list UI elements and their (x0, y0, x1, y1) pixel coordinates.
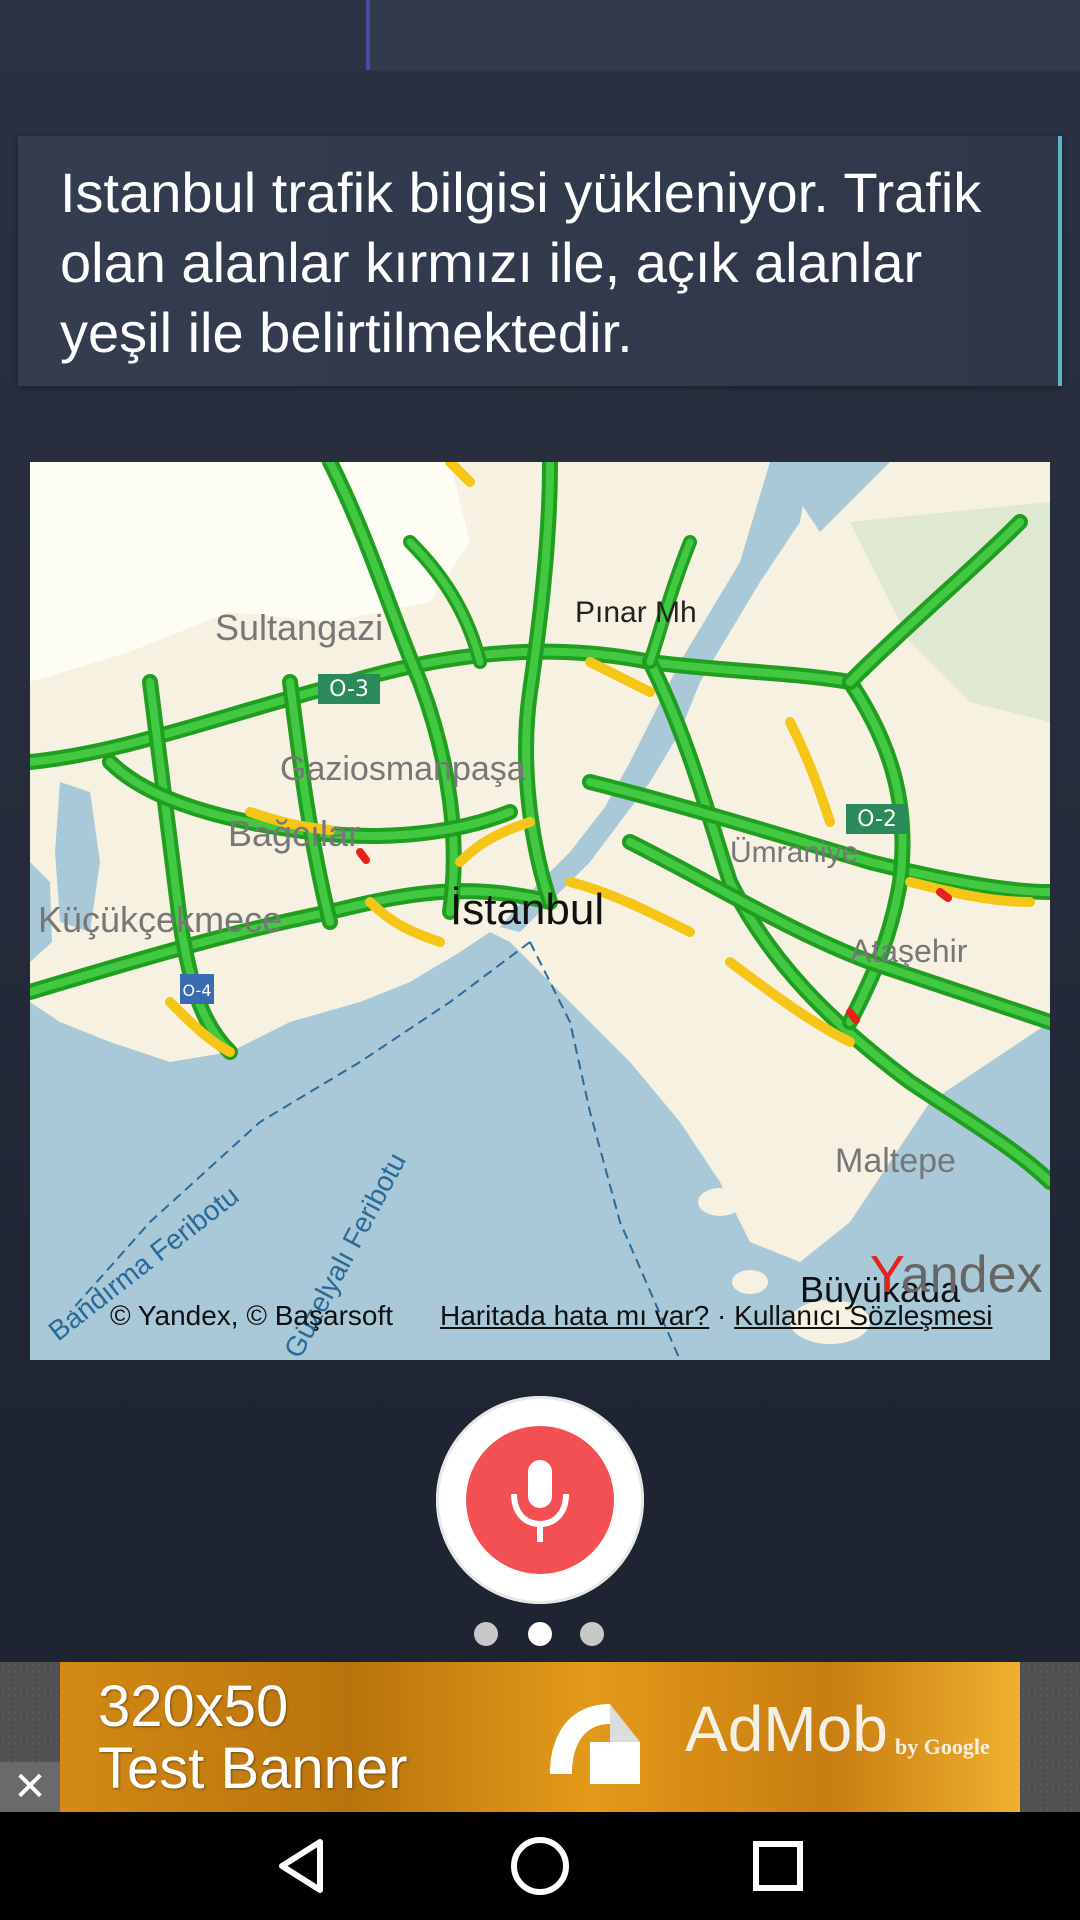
ad-title-text: Test Banner (98, 1736, 408, 1801)
mic-button[interactable] (436, 1396, 644, 1604)
map-shield-o3: O-3 (329, 677, 369, 702)
assistant-message-card: Istanbul trafik bilgisi yükleniyor. Traf… (18, 136, 1062, 386)
ad-size-text: 320x50 (98, 1674, 289, 1739)
ad-bar: 320x50 Test Banner AdMob by Google ✕ (0, 1662, 1080, 1812)
ad-test-banner-text: 320x50 Test Banner (98, 1676, 408, 1800)
map-error-link[interactable]: Haritada hata mı var? (440, 1300, 709, 1331)
map-shield-o2: O-2 (857, 807, 897, 832)
map-label-bagcilar: Bağcılar (228, 813, 360, 854)
previous-card-inner (366, 0, 1080, 70)
admob-logo-icon (550, 1704, 640, 1784)
traffic-map[interactable]: O-3 O-2 O-4 Sultangazi Pınar Mh Gaziosma… (30, 462, 1050, 1360)
page-dot-1[interactable] (474, 1622, 498, 1646)
back-icon[interactable] (270, 1834, 334, 1898)
page-indicator (470, 1622, 610, 1648)
map-label-umraniye: Ümraniye (730, 836, 858, 869)
map-label-atasehir: Ataşehir (850, 933, 968, 969)
ad-close-button[interactable]: ✕ (0, 1762, 60, 1812)
map-attribution: © Yandex, © Başarsoft (110, 1300, 394, 1331)
microphone-icon (511, 1460, 569, 1542)
assistant-message-text: Istanbul trafik bilgisi yükleniyor. Traf… (60, 161, 982, 364)
map-label-istanbul: İstanbul (450, 885, 604, 934)
map-link-separator: · (709, 1300, 735, 1331)
page-dot-3[interactable] (580, 1622, 604, 1646)
navigation-bar (0, 1812, 1080, 1920)
map-shield-o4: O-4 (183, 981, 212, 1000)
mic-button-inner[interactable] (466, 1426, 614, 1574)
yandex-logo-letter: Y (870, 1246, 905, 1304)
previous-card (0, 0, 1080, 72)
page-dot-2[interactable] (528, 1622, 552, 1646)
map-label-kucukcekmece: Küçükçekmece (38, 899, 282, 940)
admob-brand-sub: by Google (895, 1734, 990, 1759)
map-label-pinar: Pınar Mh (575, 596, 697, 629)
ad-banner[interactable]: 320x50 Test Banner AdMob by Google (60, 1662, 1020, 1812)
recents-icon[interactable] (746, 1834, 810, 1898)
admob-brand: AdMob (685, 1693, 888, 1765)
map-label-maltepe: Maltepe (835, 1142, 956, 1180)
map-label-gaziosmanpasa: Gaziosmanpaşa (280, 750, 526, 788)
map-terms-link[interactable]: Kullanıcı Sözleşmesi (734, 1300, 992, 1331)
home-icon[interactable] (508, 1834, 572, 1898)
map-links: Haritada hata mı var? · Kullanıcı Sözleş… (440, 1300, 992, 1332)
map-label-sultangazi: Sultangazi (215, 607, 383, 648)
